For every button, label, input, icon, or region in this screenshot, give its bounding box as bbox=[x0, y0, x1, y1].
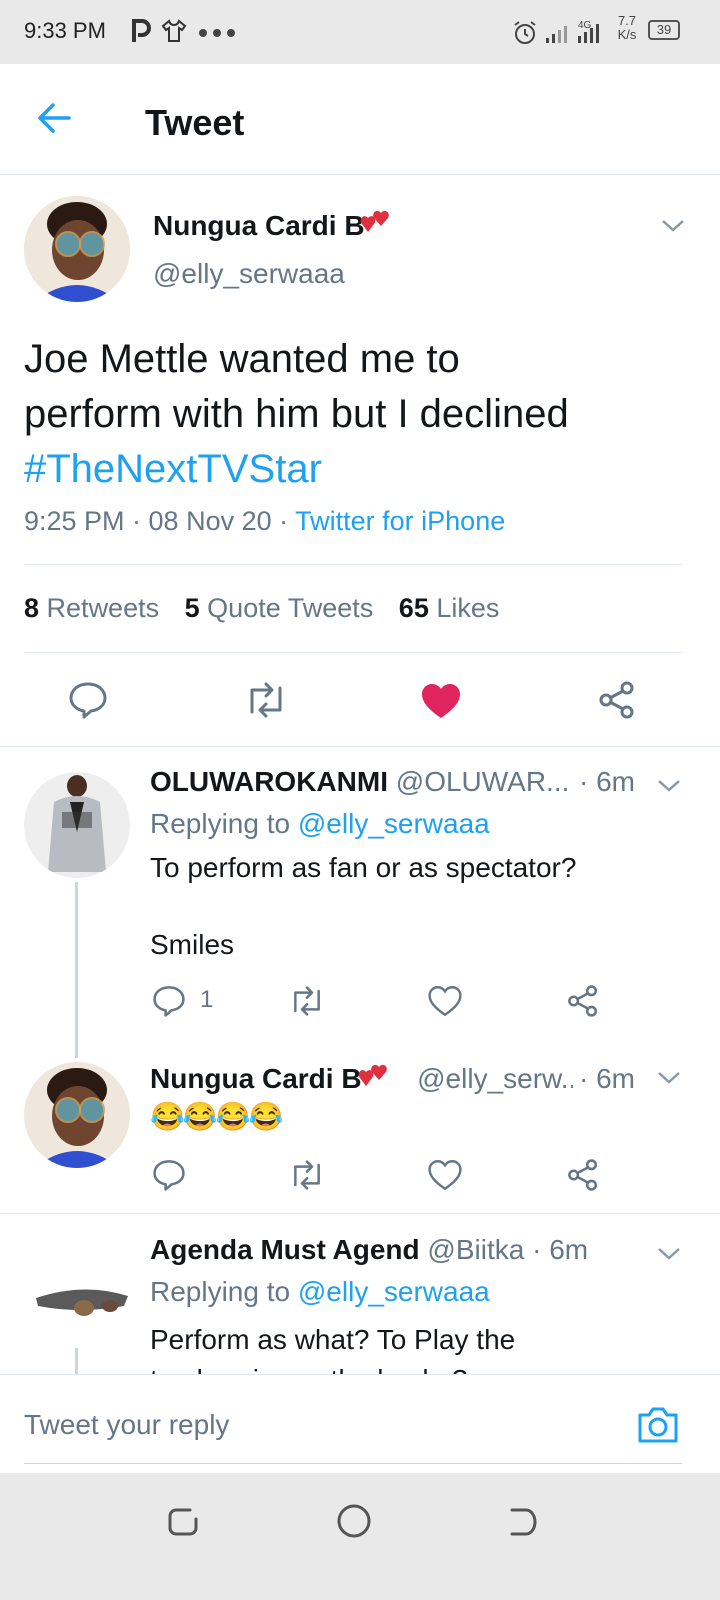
chevron-down-icon[interactable] bbox=[656, 776, 682, 794]
more-notifications-icon bbox=[198, 28, 238, 38]
reply-input[interactable]: Tweet your reply bbox=[24, 1409, 229, 1441]
reply-time: · 6m bbox=[532, 1234, 589, 1265]
thread-line bbox=[75, 882, 78, 1058]
input-underline bbox=[24, 1463, 682, 1464]
retweets-count: 8 bbox=[24, 593, 40, 623]
reply-header: OLUWAROKANMI @OLUWAR... · 6m bbox=[150, 766, 640, 798]
divider bbox=[0, 746, 720, 747]
parking-icon bbox=[130, 18, 154, 44]
chevron-down-icon[interactable] bbox=[660, 216, 686, 234]
tweet-text-line: Joe Mettle wanted me to bbox=[24, 337, 460, 381]
two-hearts-icon bbox=[356, 1062, 392, 1096]
reply-text: 😂😂😂😂 bbox=[150, 1101, 283, 1132]
reply-count: 1 bbox=[200, 986, 214, 1013]
reply-text: Smiles bbox=[150, 929, 235, 960]
reply-author-name[interactable]: Nungua Cardi B bbox=[150, 1063, 362, 1094]
battery-icon: 39 bbox=[648, 20, 680, 40]
author-handle[interactable]: @elly_serwaaa bbox=[153, 258, 345, 290]
reply-icon[interactable] bbox=[152, 984, 186, 1018]
reply-avatar[interactable] bbox=[24, 1236, 130, 1342]
reply-text: To perform as fan or as spectator? bbox=[150, 852, 577, 883]
retweets-label: Retweets bbox=[46, 593, 160, 623]
status-bar: 9:33 PM 4G 7.7 K/s 39 bbox=[0, 0, 720, 64]
retweet-icon[interactable] bbox=[288, 986, 326, 1016]
reply-avatar[interactable] bbox=[24, 1062, 130, 1168]
share-icon[interactable] bbox=[566, 1158, 600, 1192]
share-icon[interactable] bbox=[597, 680, 637, 720]
divider bbox=[24, 564, 682, 565]
reply-author-name[interactable]: OLUWAROKANMI bbox=[150, 766, 388, 797]
reply-text-line: Perform as what? To Play the bbox=[150, 1324, 516, 1355]
reply-item: Agenda Must Agend @Biitka · 6m Replying … bbox=[0, 1214, 720, 1374]
divider bbox=[24, 652, 682, 653]
retweets-stat[interactable]: 8 Retweets bbox=[24, 593, 159, 623]
chevron-down-icon[interactable] bbox=[656, 1244, 682, 1262]
reply-author-handle[interactable]: @OLUWAR... bbox=[396, 766, 570, 797]
tweet-text-line: perform with him but I declined bbox=[24, 392, 569, 436]
replying-to-handle[interactable]: @elly_serwaaa bbox=[298, 808, 490, 839]
tweet-text: Joe Mettle wanted me to perform with him… bbox=[24, 332, 569, 497]
reply-author-name[interactable]: Agenda Must Agend bbox=[150, 1234, 420, 1265]
thread-line bbox=[75, 1348, 78, 1374]
reply-composer: Tweet your reply bbox=[0, 1374, 720, 1475]
reply-time: · 6m bbox=[573, 1063, 635, 1095]
replying-to-handle[interactable]: @elly_serwaaa bbox=[298, 1276, 490, 1307]
tweet-source-link[interactable]: Twitter for iPhone bbox=[295, 506, 505, 536]
likes-stat[interactable]: 65 Likes bbox=[399, 593, 500, 623]
quotes-count: 5 bbox=[184, 593, 200, 623]
back-icon[interactable] bbox=[506, 1505, 540, 1539]
liked-heart-icon[interactable] bbox=[420, 682, 462, 720]
replying-to-label: Replying to bbox=[150, 808, 291, 839]
camera-icon[interactable] bbox=[636, 1405, 680, 1445]
network-speed: 7.7 K/s bbox=[617, 13, 637, 42]
author-avatar[interactable] bbox=[24, 196, 130, 302]
likes-count: 65 bbox=[398, 593, 429, 623]
svg-text:4G: 4G bbox=[578, 20, 592, 31]
alarm-icon bbox=[512, 20, 538, 46]
two-hearts-icon bbox=[358, 208, 394, 242]
retweet-icon[interactable] bbox=[288, 1160, 326, 1190]
retweet-icon[interactable] bbox=[244, 682, 288, 718]
app-header: Tweet bbox=[0, 64, 720, 175]
likes-label: Likes bbox=[436, 593, 500, 623]
tweet-meta: 9:25 PM · 08 Nov 20 · Twitter for iPhone bbox=[24, 506, 505, 537]
hashtag-link[interactable]: #TheNextTVStar bbox=[24, 442, 569, 497]
reply-icon[interactable] bbox=[152, 1158, 186, 1192]
reply-time: · 6m bbox=[573, 766, 635, 798]
author-name[interactable]: Nungua Cardi B bbox=[153, 210, 365, 242]
reply-text: Perform as what? To Play the tambourine … bbox=[150, 1320, 515, 1374]
share-icon[interactable] bbox=[566, 984, 600, 1018]
reply-header: Nungua Cardi B @elly_serw... · 6m bbox=[150, 1063, 640, 1095]
quotes-stat[interactable]: 5 Quote Tweets bbox=[185, 593, 374, 623]
home-icon[interactable] bbox=[336, 1503, 372, 1539]
replying-to: Replying to @elly_serwaaa bbox=[150, 808, 490, 840]
like-heart-icon[interactable] bbox=[428, 1159, 462, 1191]
replying-to-label: Replying to bbox=[150, 1276, 291, 1307]
reply-header: Agenda Must Agend @Biitka · 6m bbox=[150, 1234, 640, 1266]
tshirt-icon bbox=[160, 18, 188, 44]
signal-icon: 4G bbox=[544, 18, 608, 46]
tweet-timestamp: 9:25 PM · 08 Nov 20 · bbox=[24, 506, 289, 536]
reply-text-line: tambourine or the konka? bbox=[150, 1360, 515, 1374]
engagement-stats: 8 Retweets 5 Quote Tweets 65 Likes bbox=[24, 593, 499, 624]
back-arrow-icon[interactable] bbox=[36, 100, 72, 136]
reply-icon[interactable] bbox=[68, 680, 108, 720]
recent-apps-icon[interactable] bbox=[166, 1505, 200, 1539]
like-heart-icon[interactable] bbox=[428, 985, 462, 1017]
quotes-label: Quote Tweets bbox=[207, 593, 374, 623]
reply-author-handle[interactable]: @Biitka bbox=[427, 1234, 524, 1265]
replying-to: Replying to @elly_serwaaa bbox=[150, 1276, 490, 1308]
system-navigation-bar bbox=[0, 1473, 720, 1600]
status-time: 9:33 PM bbox=[24, 18, 106, 43]
reply-avatar[interactable] bbox=[24, 772, 130, 878]
reply-author-handle[interactable]: @elly_serw... bbox=[417, 1063, 584, 1094]
page-title: Tweet bbox=[145, 102, 245, 143]
chevron-down-icon[interactable] bbox=[656, 1068, 682, 1086]
